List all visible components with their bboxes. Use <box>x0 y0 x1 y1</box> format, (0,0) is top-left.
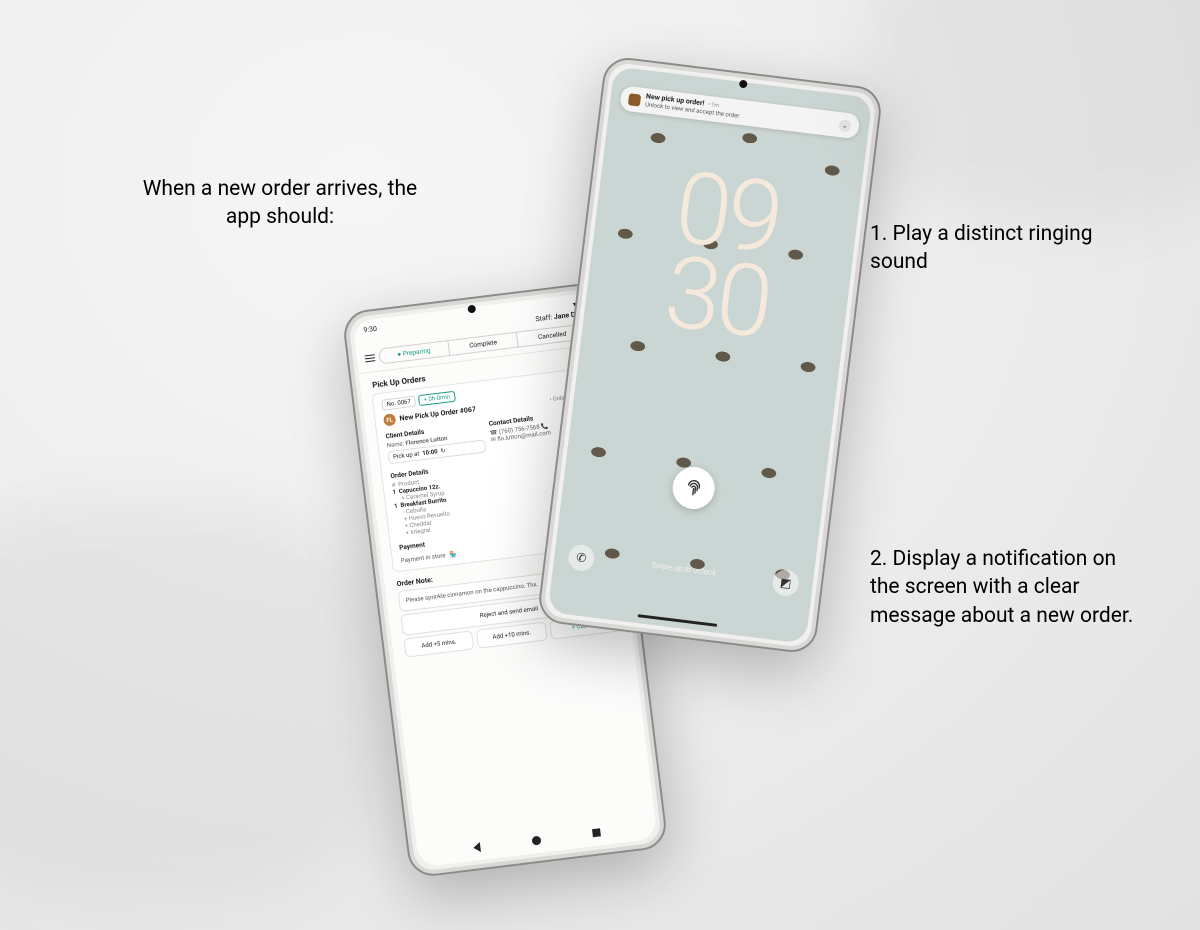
fingerprint-icon <box>681 476 706 501</box>
app-icon <box>628 93 641 106</box>
notification-card[interactable]: New pick up order! • 1m Unlock to view a… <box>619 85 860 139</box>
chevron-down-icon[interactable]: ⌄ <box>838 119 851 132</box>
requirement-2: 2. Display a notification on the screen … <box>870 545 1140 630</box>
tab-complete[interactable]: Complete <box>448 333 519 355</box>
status-time: 9:30 <box>363 325 377 335</box>
gesture-bar[interactable] <box>638 614 718 627</box>
order-title: New Pick Up Order #067 <box>399 405 476 422</box>
refresh-icon[interactable]: ↻ <box>440 447 446 455</box>
nav-bar <box>417 816 657 863</box>
nav-back-icon[interactable] <box>473 842 481 853</box>
chip-eta: + 0h 0min <box>418 391 456 406</box>
requirement-1: 1. Play a distinct ringing sound <box>870 220 1130 277</box>
lockscreen-phone: New pick up order! • 1m Unlock to view a… <box>536 55 883 655</box>
store-icon: 🏪 <box>449 551 457 559</box>
lock-clock: 09 30 <box>583 156 862 356</box>
nav-recents-icon[interactable] <box>592 828 601 837</box>
camera-shortcut[interactable]: ◩ <box>771 568 800 597</box>
chip-order-no: No. 0067 <box>381 396 416 411</box>
menu-icon[interactable] <box>365 354 376 362</box>
avatar: FL <box>383 413 396 426</box>
nav-home-icon[interactable] <box>531 835 541 845</box>
tab-preparing[interactable]: Preparing <box>379 341 450 363</box>
intro-caption: When a new order arrives, the app should… <box>130 175 430 232</box>
fingerprint-button[interactable] <box>670 465 717 512</box>
phone-shortcut[interactable]: ✆ <box>567 543 596 572</box>
